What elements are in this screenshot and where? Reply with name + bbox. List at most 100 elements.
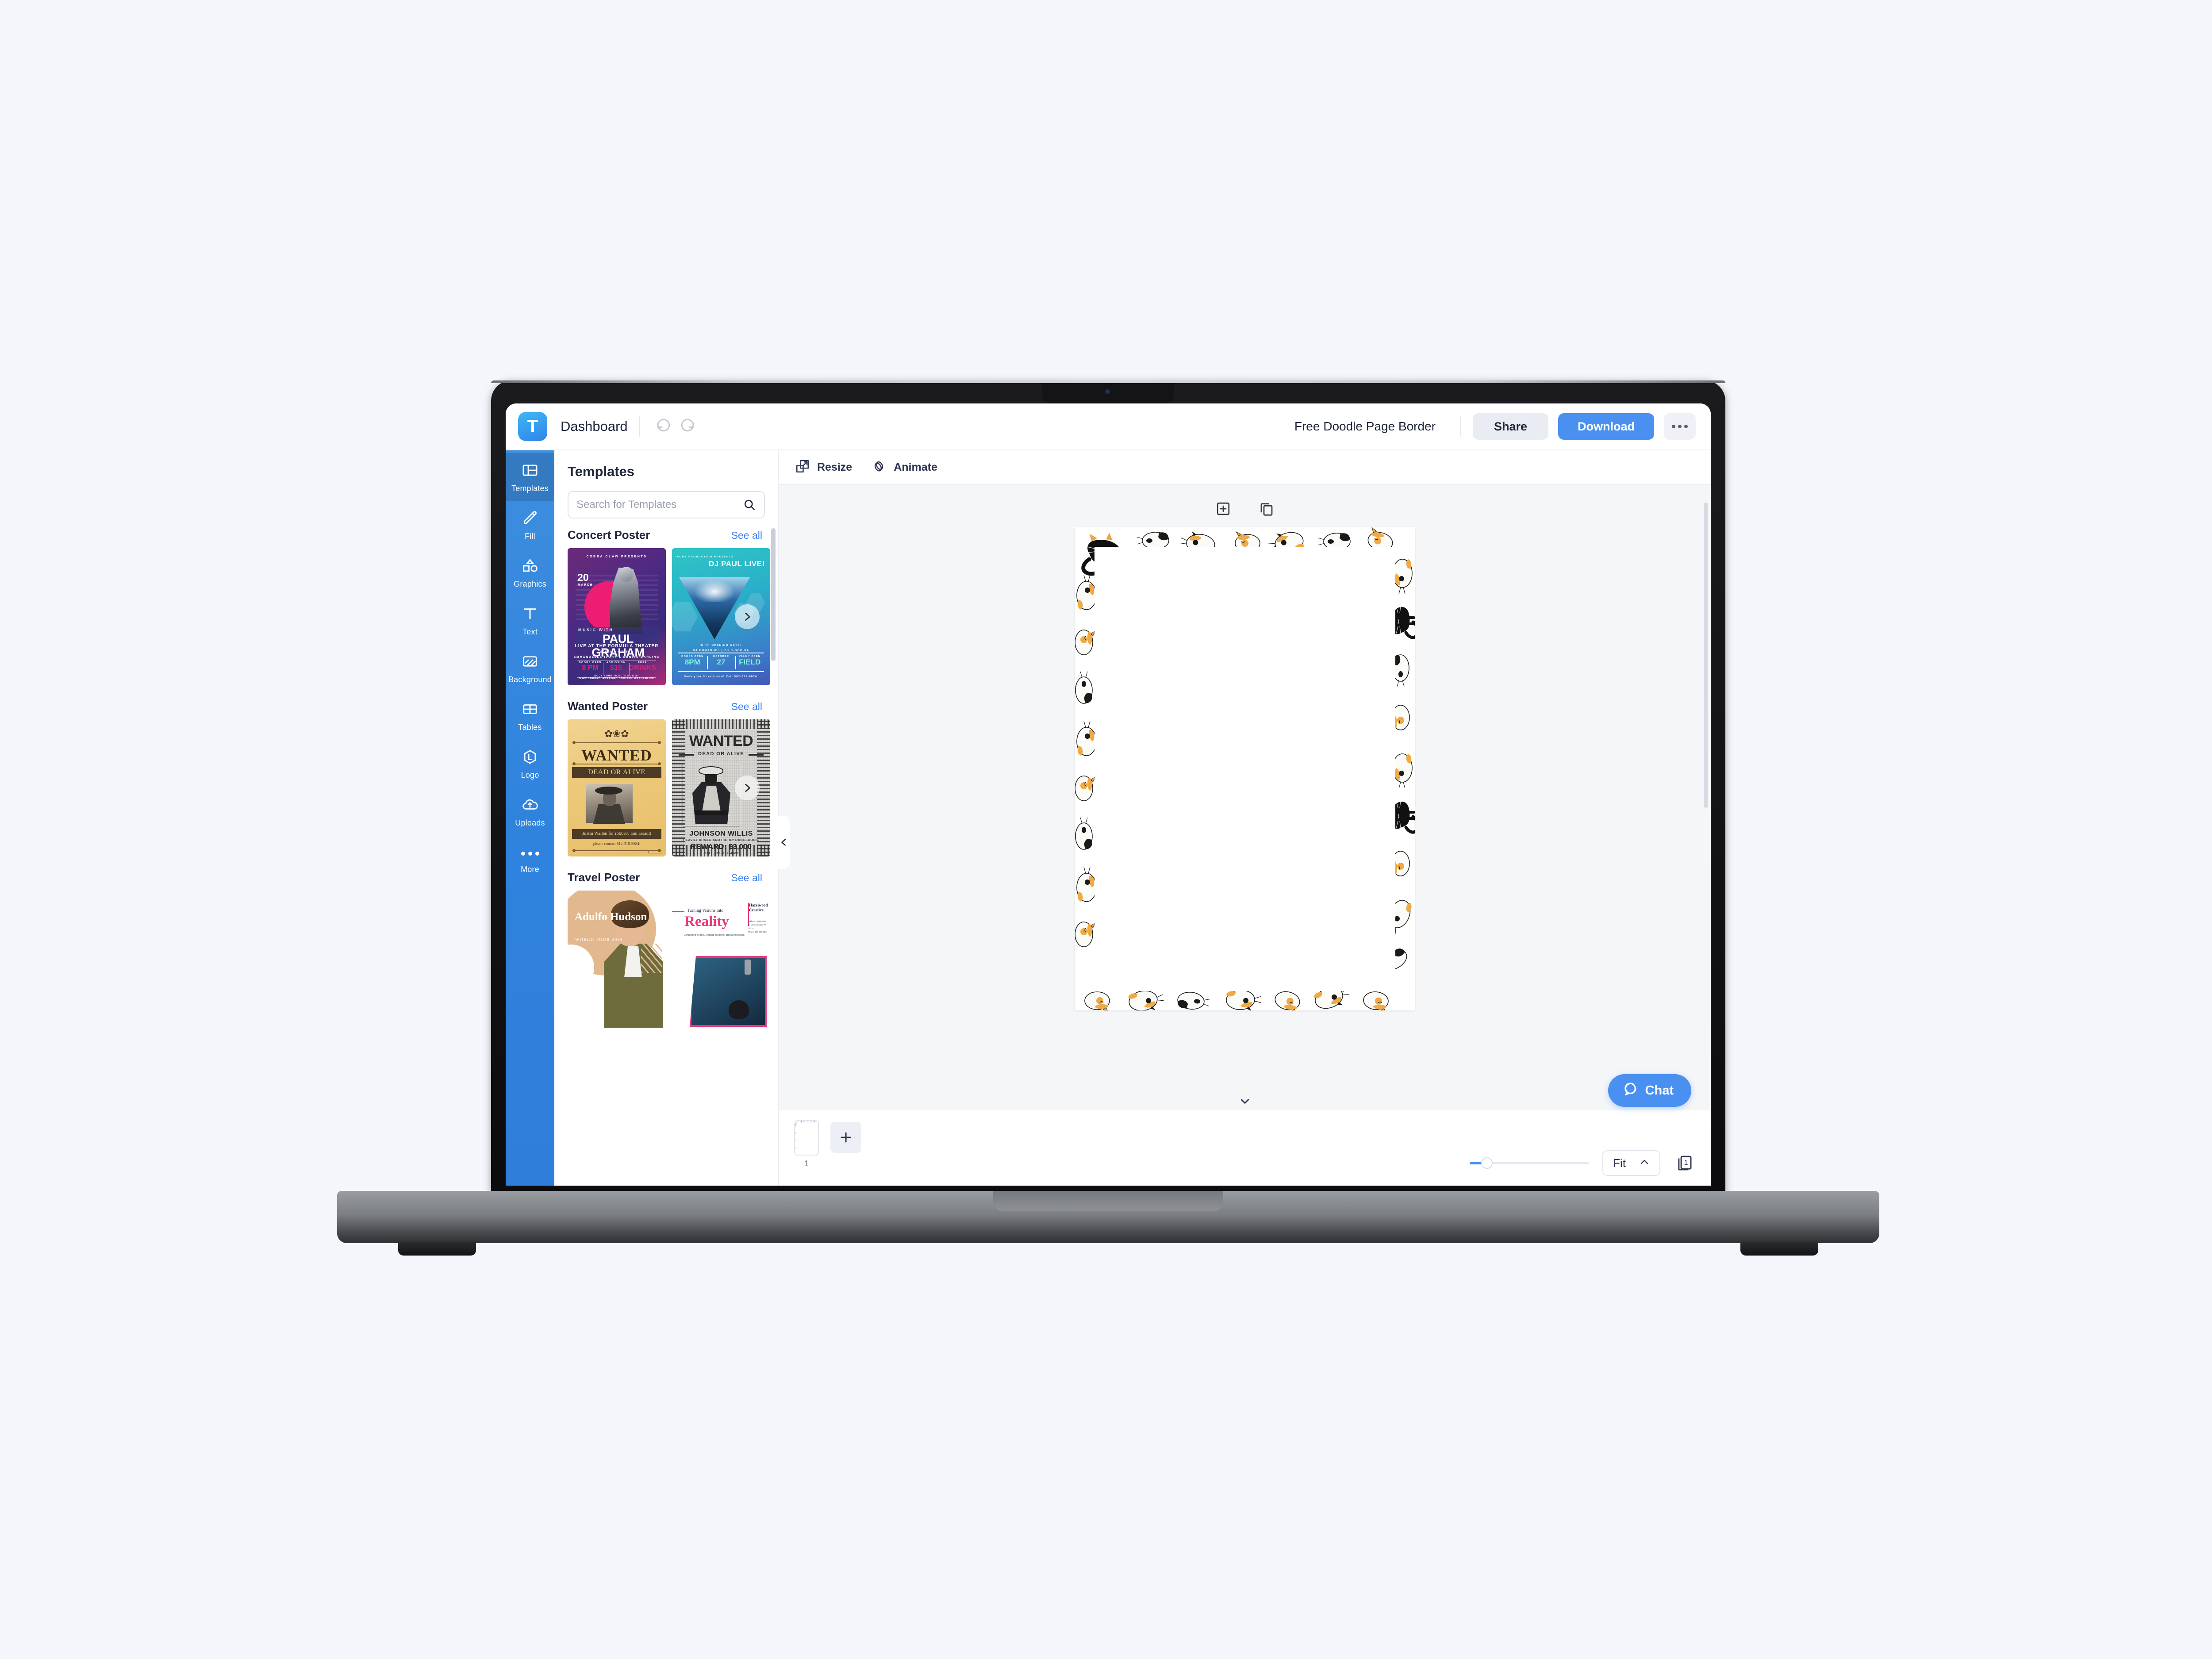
poster-title: WANTED: [581, 747, 652, 764]
zoom-fit-label: Fit: [1613, 1156, 1626, 1170]
poster-presents: IVORY PRODUCTION PRESENTS: [676, 556, 734, 558]
sidebar-item-fill[interactable]: Fill: [506, 501, 554, 549]
tables-icon: [522, 701, 538, 720]
poster-name-line: Justin Wallen for robbery and assault: [572, 829, 661, 839]
panel-scroll-region[interactable]: Concert Poster See all COBRA CLAW PRESEN…: [554, 528, 778, 1186]
canvas-blank-area[interactable]: [1094, 547, 1395, 991]
zoom-fit-dropdown[interactable]: Fit: [1602, 1150, 1660, 1176]
add-page-box-icon[interactable]: [1215, 501, 1231, 519]
poster-month: MARCH: [578, 584, 593, 587]
section-header-travel: Travel Poster See all: [554, 871, 778, 884]
zoom-slider-knob[interactable]: [1481, 1157, 1493, 1169]
sidebar-item-label: Fill: [525, 531, 535, 541]
sidebar-item-label: Logo: [521, 770, 539, 780]
laptop-mockup: T Dashboard Free Doodle Page Border Shar…: [337, 380, 1879, 1261]
more-options-button[interactable]: [1664, 413, 1696, 440]
pages-panel-button[interactable]: 1: [1674, 1152, 1696, 1174]
zoom-controls: Fit 1: [1470, 1150, 1696, 1176]
see-all-link[interactable]: See all: [731, 872, 762, 884]
cat-doodle-border-design: [1075, 527, 1415, 1010]
animate-icon: [872, 459, 887, 476]
poster-phone-line: Phone: 245-788-0241: [748, 931, 768, 933]
poster-travel-reality: Turning Visions into Reality Connecting …: [672, 891, 770, 1028]
laptop-foot: [398, 1242, 476, 1256]
zoom-slider[interactable]: [1470, 1156, 1590, 1170]
laptop-foot: [1740, 1242, 1818, 1256]
poster-eyebrow: Turning Visions into: [687, 908, 724, 913]
template-card[interactable]: WANTED DEAD OR ALIVE JOHNSON WILLIS HEAV…: [672, 719, 770, 856]
templates-panel: Templates Concert Poster See all: [554, 450, 790, 1186]
upload-cloud-icon: [522, 796, 538, 815]
template-card[interactable]: IVORY PRODUCTION PRESENTS DJ PAUL LIVE!: [672, 548, 770, 685]
poster-wanted-gold: ✿❀✿ WANTED DEAD OR ALIVE Justin Wallen f…: [568, 719, 666, 856]
app-body: Templates Fill Graphics Text Background …: [506, 450, 1711, 1186]
canvas-page[interactable]: [1075, 527, 1415, 1010]
divider: [639, 416, 640, 437]
search-icon[interactable]: [743, 498, 756, 511]
poster-address-line: Address: 3016 9421 Ln Vandenburgh, PA 15…: [748, 920, 766, 930]
chat-button[interactable]: Chat: [1608, 1074, 1691, 1107]
sidebar-item-label: Background: [508, 675, 552, 684]
animate-label: Animate: [894, 461, 937, 473]
editor-toolbar: Resize Animate: [779, 450, 1711, 485]
template-card[interactable]: COBRA CLAW PRESENTS 20 MARCH MUSIC WITH …: [568, 548, 666, 685]
sidebar-item-text[interactable]: Text: [506, 596, 554, 644]
scroll-down-button[interactable]: [1233, 1094, 1257, 1108]
see-all-link[interactable]: See all: [731, 701, 762, 713]
sidebar-item-more[interactable]: More: [506, 835, 554, 883]
poster-presents: COBRA CLAW PRESENTS: [586, 555, 647, 558]
sidebar-item-background[interactable]: Background: [506, 644, 554, 692]
panel-title: Templates: [568, 464, 635, 479]
canvas-scrollbar[interactable]: [1704, 503, 1708, 808]
animate-button[interactable]: Animate: [872, 459, 937, 476]
document-title[interactable]: Free Doodle Page Border: [1294, 419, 1436, 434]
sidebar-item-label: Graphics: [514, 579, 546, 588]
poster-guests-label: SPECIAL GUESTS: [600, 651, 634, 653]
sidebar-item-templates[interactable]: Templates: [506, 453, 554, 501]
redo-icon[interactable]: [676, 415, 699, 438]
poster-music-with: MUSIC WITH: [578, 628, 614, 632]
poster-footer: Book your tickets now! Call 502-023-8674…: [684, 675, 759, 678]
poster-venue: LIVE AT THE FORMULA THEATER: [575, 644, 659, 649]
duplicate-page-icon[interactable]: [1259, 501, 1275, 519]
poster-info-value: $15: [610, 664, 622, 672]
undo-icon[interactable]: [652, 415, 676, 438]
download-button[interactable]: Download: [1558, 413, 1654, 440]
poster-concert-purple: COBRA CLAW PRESENTS 20 MARCH MUSIC WITH …: [568, 548, 666, 685]
carousel-next-button[interactable]: [735, 604, 760, 629]
dashboard-link[interactable]: Dashboard: [561, 419, 628, 434]
template-card[interactable]: Adulfo Hudson WORLD TOUR 2025: [568, 891, 666, 1028]
sidebar-item-tables[interactable]: Tables: [506, 692, 554, 740]
panel-scrollbar[interactable]: [771, 528, 776, 661]
template-row-travel: Adulfo Hudson WORLD TOUR 2025 Turning Vi…: [554, 891, 778, 1028]
sidebar-item-uploads[interactable]: Uploads: [506, 787, 554, 835]
background-icon: [522, 653, 538, 672]
canvas-area[interactable]: [779, 485, 1711, 1110]
poster-headline: Reality: [684, 914, 729, 929]
add-page-button[interactable]: [830, 1122, 861, 1153]
poster-opening-acts-label: WITH OPENING ACTS:: [700, 644, 742, 647]
section-title: Wanted Poster: [568, 699, 648, 713]
share-button[interactable]: Share: [1472, 413, 1548, 440]
ellipsis-icon: [521, 845, 539, 862]
resize-button[interactable]: Resize: [795, 459, 852, 476]
section-title: Travel Poster: [568, 871, 640, 884]
poster-description: HEAVILY ARMED AND HIGHLY DANGEROUS.: [683, 838, 759, 842]
search-box[interactable]: [568, 491, 765, 518]
search-input[interactable]: [576, 499, 743, 511]
poster-info-value: DRINKS: [629, 664, 656, 672]
camera-icon: [1105, 389, 1112, 396]
templates-icon: [522, 462, 538, 481]
collapse-panel-button[interactable]: [778, 816, 790, 869]
template-card[interactable]: ✿❀✿ WANTED DEAD OR ALIVE Justin Wallen f…: [568, 719, 666, 856]
resize-icon: [795, 459, 810, 476]
sidebar-item-logo[interactable]: Logo: [506, 740, 554, 787]
see-all-link[interactable]: See all: [731, 530, 762, 541]
carousel-next-button[interactable]: [735, 776, 760, 800]
page-thumbnail[interactable]: 1: [794, 1120, 819, 1168]
sidebar-item-graphics[interactable]: Graphics: [506, 549, 554, 596]
poster-info-value: 8PM: [684, 658, 700, 666]
app-logo[interactable]: T: [518, 412, 547, 441]
template-card[interactable]: Turning Visions into Reality Connecting …: [672, 891, 770, 1028]
page-thumbnail-image: [794, 1120, 819, 1156]
